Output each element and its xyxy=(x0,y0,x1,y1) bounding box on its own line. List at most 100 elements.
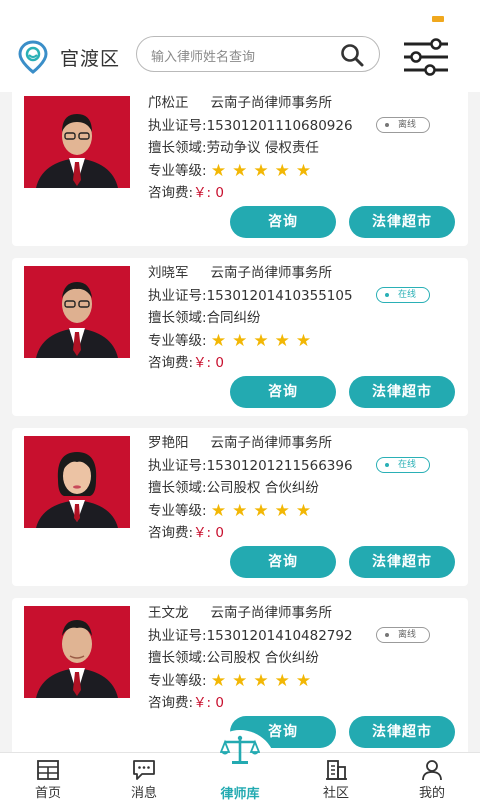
lawyer-name: 邝松正 xyxy=(148,95,189,111)
lawyer-card[interactable]: 王文龙 云南子尚律师事务所 执业证号:15301201410482792 擅长领域… xyxy=(12,598,468,752)
battery-icon xyxy=(432,16,444,22)
fee-value: ￥: 0 xyxy=(193,525,224,541)
scales-icon[interactable] xyxy=(220,734,260,766)
filter-settings-icon[interactable] xyxy=(402,38,450,76)
level-row: 专业等级: ★ ★ ★ ★ ★ xyxy=(148,330,353,353)
location-label: 官渡区 xyxy=(60,47,121,70)
level-row: 专业等级: ★ ★ ★ ★ ★ xyxy=(148,500,353,523)
field-value: 劳动争议 侵权责任 xyxy=(206,140,319,156)
lawyer-name: 刘晓军 xyxy=(148,265,189,281)
star-icon: ★ xyxy=(232,160,248,181)
star-icon: ★ xyxy=(253,500,269,521)
license-row: 执业证号:15301201410482792 xyxy=(148,625,353,648)
legal-market-button[interactable]: 法律超市 xyxy=(349,546,455,578)
nav-item-community[interactable]: 社区 xyxy=(288,753,384,800)
name-row: 王文龙 云南子尚律师事务所 xyxy=(148,602,353,625)
nav-item-messages[interactable]: 消息 xyxy=(96,753,192,800)
status-badge: 离线 xyxy=(376,627,430,643)
top-header: 官渡区 输入律师姓名查询 xyxy=(0,0,480,92)
consult-button[interactable]: 咨询 xyxy=(230,206,336,238)
star-icon: ★ xyxy=(232,500,248,521)
star-icon: ★ xyxy=(274,500,290,521)
license-number: 15301201410482792 xyxy=(206,627,353,644)
nav-label-messages: 消息 xyxy=(130,786,157,800)
lawyer-portrait-icon xyxy=(24,266,130,358)
level-row: 专业等级: ★ ★ ★ ★ ★ xyxy=(148,670,353,693)
consult-button[interactable]: 咨询 xyxy=(230,546,336,578)
legal-market-button[interactable]: 法律超市 xyxy=(349,716,455,748)
lawyer-portrait-icon xyxy=(24,606,130,698)
lawyer-name: 王文龙 xyxy=(148,605,189,621)
legal-market-button[interactable]: 法律超市 xyxy=(349,206,455,238)
location-pin-icon xyxy=(18,40,48,74)
license-row: 执业证号:15301201110680926 xyxy=(148,115,353,138)
nav-item-profile[interactable]: 我的 xyxy=(384,753,480,800)
star-icon: ★ xyxy=(210,330,227,351)
lawyer-photo[interactable] xyxy=(24,266,130,358)
star-icon: ★ xyxy=(232,330,248,351)
level-label: 专业等级: xyxy=(148,332,207,349)
star-icon: ★ xyxy=(274,330,290,351)
level-label: 专业等级: xyxy=(148,502,207,519)
search-icon[interactable] xyxy=(339,42,365,68)
search-input[interactable]: 输入律师姓名查询 xyxy=(136,36,380,72)
fee-row: 咨询费:￥: 0 xyxy=(148,522,353,545)
message-icon xyxy=(133,760,155,780)
lawyer-info: 刘晓军 云南子尚律师事务所 执业证号:15301201410355105 擅长领域… xyxy=(148,262,353,375)
status-badge: 在线 xyxy=(376,287,430,303)
rating-stars: ★ ★ ★ ★ ★ xyxy=(211,670,317,694)
star-icon: ★ xyxy=(253,330,269,351)
license-row: 执业证号:15301201211566396 xyxy=(148,455,353,478)
star-icon: ★ xyxy=(274,670,290,691)
fee-row: 咨询费:￥: 0 xyxy=(148,182,353,205)
fee-value: ￥: 0 xyxy=(193,695,224,711)
lawyer-photo[interactable] xyxy=(24,96,130,188)
nav-item-home[interactable]: 首页 xyxy=(0,753,96,800)
lawyer-photo[interactable] xyxy=(24,606,130,698)
rating-stars: ★ ★ ★ ★ ★ xyxy=(211,160,317,184)
location-selector[interactable]: 官渡区 xyxy=(16,40,120,74)
lawyer-list[interactable]: 邝松正 云南子尚律师事务所 执业证号:15301201110680926 擅长领域… xyxy=(0,88,480,752)
fee-value: ￥: 0 xyxy=(193,185,224,201)
level-label: 专业等级: xyxy=(148,162,207,179)
fee-label: 咨询费: xyxy=(148,185,194,201)
star-icon: ★ xyxy=(295,500,312,521)
star-icon: ★ xyxy=(210,670,227,691)
status-badge: 离线 xyxy=(376,117,430,133)
lawyer-photo[interactable] xyxy=(24,436,130,528)
lawyer-info: 王文龙 云南子尚律师事务所 执业证号:15301201410482792 擅长领域… xyxy=(148,602,353,715)
level-label: 专业等级: xyxy=(148,672,207,689)
lawyer-info: 罗艳阳 云南子尚律师事务所 执业证号:15301201211566396 擅长领域… xyxy=(148,432,353,545)
star-icon: ★ xyxy=(295,160,312,181)
fee-label: 咨询费: xyxy=(148,695,194,711)
lawyer-portrait-icon xyxy=(24,436,130,528)
field-label: 擅长领域: xyxy=(148,480,207,496)
field-value: 公司股权 合伙纠纷 xyxy=(206,650,319,666)
license-number: 15301201211566396 xyxy=(206,457,353,474)
license-number: 15301201110680926 xyxy=(206,117,353,134)
field-label: 擅长领域: xyxy=(148,310,207,326)
field-row: 擅长领域:公司股权 合伙纠纷 xyxy=(148,647,353,670)
legal-market-button[interactable]: 法律超市 xyxy=(349,376,455,408)
lawyer-info: 邝松正 云南子尚律师事务所 执业证号:15301201110680926 擅长领域… xyxy=(148,92,353,205)
lawyer-card[interactable]: 罗艳阳 云南子尚律师事务所 执业证号:15301201211566396 擅长领域… xyxy=(12,428,468,586)
lawyer-card[interactable]: 邝松正 云南子尚律师事务所 执业证号:15301201110680926 擅长领域… xyxy=(12,88,468,246)
nav-label-profile: 我的 xyxy=(418,786,445,800)
license-label: 执业证号: xyxy=(148,287,207,304)
field-label: 擅长领域: xyxy=(148,140,207,156)
field-row: 擅长领域:劳动争议 侵权责任 xyxy=(148,137,353,160)
search-placeholder: 输入律师姓名查询 xyxy=(151,50,256,65)
star-icon: ★ xyxy=(253,670,269,691)
home-icon xyxy=(37,760,59,780)
star-icon: ★ xyxy=(210,500,227,521)
star-icon: ★ xyxy=(232,670,248,691)
lawyer-name: 罗艳阳 xyxy=(148,435,189,451)
lawyer-firm: 云南子尚律师事务所 xyxy=(210,435,333,451)
consult-button[interactable]: 咨询 xyxy=(230,376,336,408)
nav-label-community: 社区 xyxy=(322,786,349,800)
name-row: 罗艳阳 云南子尚律师事务所 xyxy=(148,432,353,455)
community-icon xyxy=(326,760,347,780)
field-value: 公司股权 合伙纠纷 xyxy=(206,480,319,496)
lawyer-card[interactable]: 刘晓军 云南子尚律师事务所 执业证号:15301201410355105 擅长领域… xyxy=(12,258,468,416)
name-row: 刘晓军 云南子尚律师事务所 xyxy=(148,262,353,285)
